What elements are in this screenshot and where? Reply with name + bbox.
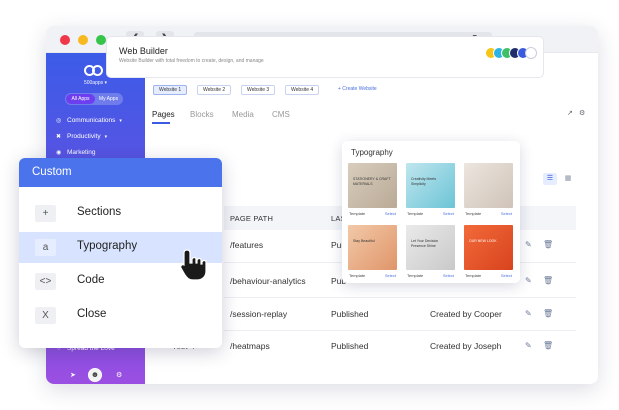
- page-title: Web Builder: [119, 46, 168, 56]
- edit-icon[interactable]: ✎: [525, 341, 532, 350]
- rocket-icon[interactable]: ➤: [70, 371, 76, 379]
- template-card[interactable]: OUR NEW LOOK Template Select: [464, 225, 513, 281]
- menu-header: Custom: [19, 158, 222, 187]
- gear-icon[interactable]: ⚙: [116, 371, 122, 379]
- cross-icon: ✖: [56, 134, 62, 140]
- gear-icon[interactable]: ⚙: [579, 109, 585, 117]
- template-thumbnail: OUR NEW LOOK: [464, 225, 513, 270]
- row-status: Published: [331, 341, 369, 351]
- create-website-link[interactable]: + Create Website: [338, 86, 377, 92]
- workspace-switcher[interactable]: 500apps ▾: [46, 80, 145, 86]
- minimize-window-button[interactable]: [78, 35, 88, 45]
- tab-blocks[interactable]: Blocks: [190, 110, 214, 119]
- app-icons-group: [485, 47, 539, 61]
- template-thumbnail: [464, 163, 513, 208]
- app-avatar: [525, 47, 537, 59]
- select-link[interactable]: Select: [385, 271, 396, 280]
- row-divider: [224, 330, 576, 331]
- row-created-by: Created by Cooper: [430, 309, 502, 319]
- template-card[interactable]: Template Select: [464, 163, 513, 219]
- edit-icon[interactable]: ✎: [525, 309, 532, 318]
- sidebar-item-communications[interactable]: ◎ Communications ▾: [56, 117, 122, 124]
- apps-toggle: All Apps My Apps: [65, 93, 123, 105]
- row-created-by: Created by Joseph: [430, 341, 502, 351]
- typography-panel: Typography STATIONERY & CRAFT MATERIALS …: [342, 141, 520, 283]
- list-view-icon[interactable]: ☰: [543, 173, 557, 185]
- template-card[interactable]: Stay Beautiful Template Select: [348, 225, 397, 281]
- menu-item-sections[interactable]: + Sections: [19, 198, 222, 229]
- target-icon: ◉: [56, 150, 62, 156]
- chevron-down-icon: ▾: [104, 134, 108, 140]
- template-card[interactable]: STATIONERY & CRAFT MATERIALS Template Sel…: [348, 163, 397, 219]
- edit-icon[interactable]: ✎: [525, 240, 532, 249]
- tab-all-apps[interactable]: All Apps: [66, 94, 95, 104]
- view-toggle: ☰ ▦: [543, 173, 575, 185]
- grid-view-icon[interactable]: ▦: [561, 173, 575, 185]
- template-card[interactable]: Creativity Meets Simplicity Template Sele…: [406, 163, 455, 219]
- edit-icon[interactable]: ✎: [525, 276, 532, 285]
- template-card[interactable]: Let Your Decision Presence Shine Templat…: [406, 225, 455, 281]
- typography-icon: a: [35, 239, 56, 256]
- website-tab-1[interactable]: Website 1: [153, 85, 188, 95]
- avatar[interactable]: ☻: [88, 368, 102, 382]
- select-link[interactable]: Select: [385, 209, 396, 218]
- website-tab-2[interactable]: Website 2: [197, 85, 232, 95]
- row-divider: [224, 297, 576, 298]
- template-thumbnail: Creativity Meets Simplicity: [406, 163, 455, 208]
- chevron-down-icon: ▾: [104, 80, 108, 86]
- chevron-down-icon: ▾: [119, 118, 122, 124]
- trash-icon[interactable]: 🗑: [543, 240, 553, 249]
- close-icon: X: [35, 307, 56, 324]
- sidebar-footer: ➤ ☻ ⚙: [46, 367, 145, 384]
- row-path[interactable]: /session-replay: [230, 309, 287, 319]
- tab-cms[interactable]: CMS: [272, 110, 290, 119]
- tab-media[interactable]: Media: [232, 110, 254, 119]
- template-thumbnail: STATIONERY & CRAFT MATERIALS: [348, 163, 397, 208]
- typography-panel-title: Typography: [351, 148, 393, 157]
- maximize-window-button[interactable]: [96, 35, 106, 45]
- select-link[interactable]: Select: [443, 209, 454, 218]
- plus-icon: +: [35, 205, 56, 222]
- row-path[interactable]: /heatmaps: [230, 341, 270, 351]
- menu-item-close[interactable]: X Close: [19, 300, 222, 331]
- tab-my-apps[interactable]: My Apps: [95, 94, 122, 104]
- column-header-page-path: PAGE PATH: [230, 214, 274, 223]
- sidebar-item-productivity[interactable]: ✖ Productivity ▾: [56, 133, 107, 140]
- row-path[interactable]: /behaviour-analytics: [230, 276, 306, 286]
- select-link[interactable]: Select: [443, 271, 454, 280]
- infinity-logo-icon: [84, 65, 106, 77]
- tab-pages[interactable]: Pages: [152, 110, 175, 119]
- external-link-icon[interactable]: ↗: [567, 109, 573, 117]
- page-subtitle: Website Builder with total freedom to cr…: [119, 58, 264, 64]
- website-tab-4[interactable]: Website 4: [285, 85, 320, 95]
- select-link[interactable]: Select: [501, 271, 512, 280]
- row-path[interactable]: /features: [230, 240, 263, 250]
- website-tab-3[interactable]: Website 3: [241, 85, 276, 95]
- active-tab-indicator: [152, 122, 170, 124]
- close-window-button[interactable]: [60, 35, 70, 45]
- row-status: Published: [331, 309, 369, 319]
- trash-icon[interactable]: 🗑: [543, 309, 553, 318]
- app-header: Web Builder Website Builder with total f…: [106, 36, 544, 78]
- trash-icon[interactable]: 🗑: [543, 276, 553, 285]
- trash-icon[interactable]: 🗑: [543, 341, 553, 350]
- hand-cursor-icon: [180, 249, 207, 281]
- sidebar-item-marketing[interactable]: ◉ Marketing: [56, 149, 96, 156]
- select-link[interactable]: Select: [501, 209, 512, 218]
- globe-icon: ◎: [56, 118, 62, 124]
- template-thumbnail: Stay Beautiful: [348, 225, 397, 270]
- code-icon: <>: [35, 273, 56, 290]
- template-thumbnail: Let Your Decision Presence Shine: [406, 225, 455, 270]
